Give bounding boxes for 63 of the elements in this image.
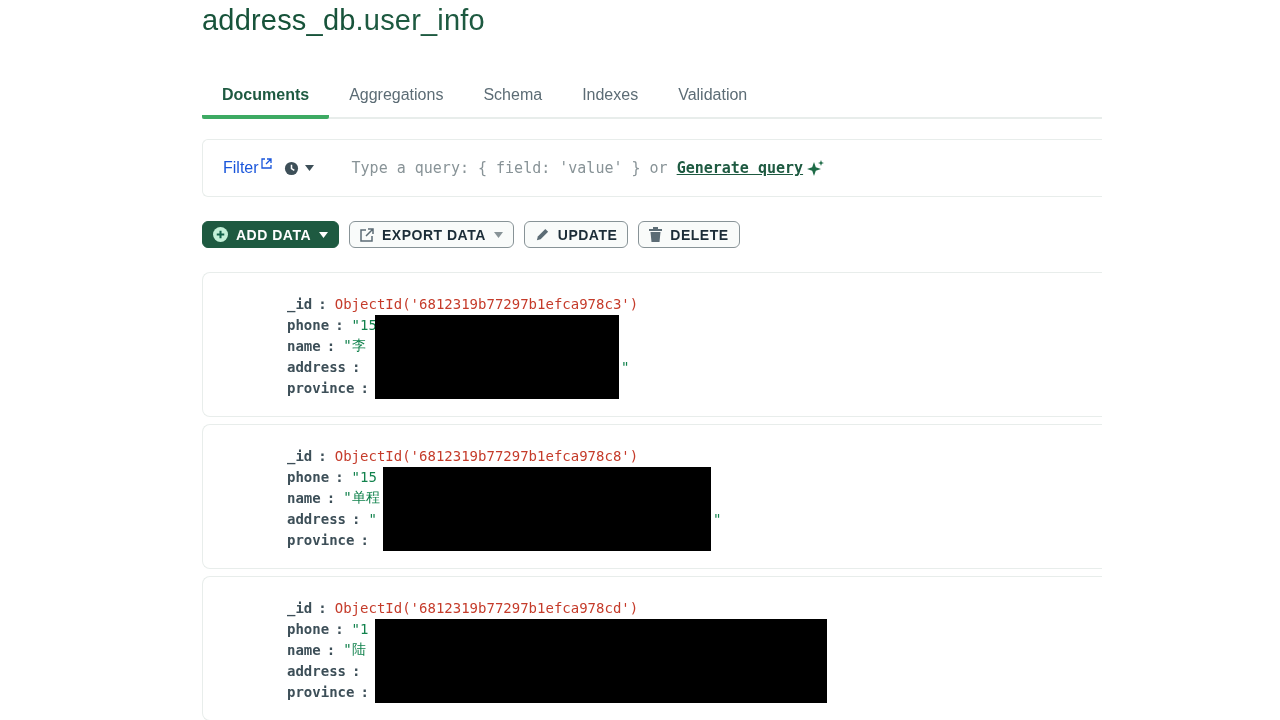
key-separator: :	[326, 489, 336, 506]
field-key: name	[287, 641, 321, 658]
pencil-icon	[534, 227, 550, 242]
field-key: phone	[287, 620, 330, 637]
plus-icon	[213, 227, 228, 242]
key-separator: :	[335, 620, 344, 637]
field-key: province	[287, 531, 355, 548]
key-separator: :	[326, 337, 336, 354]
field-value: "陆	[343, 640, 366, 659]
key-separator: :	[352, 358, 361, 375]
key-separator: :	[335, 468, 344, 485]
field-value: "	[713, 510, 722, 527]
key-separator: :	[352, 662, 361, 679]
field-key: _id	[287, 447, 313, 464]
external-link-icon	[260, 157, 272, 169]
field-key: _id	[287, 295, 313, 312]
field-value: ObjectId('6812319b77297b1efca978c3')	[334, 295, 639, 312]
field-value: "	[621, 358, 630, 375]
add-data-button[interactable]: ADD DATA	[202, 221, 340, 248]
field-key: address	[287, 358, 346, 375]
history-button[interactable]	[283, 160, 314, 176]
export-icon	[360, 227, 375, 242]
tab[interactable]: Documents	[202, 75, 330, 119]
clock-icon	[283, 160, 299, 176]
field-key: province	[287, 683, 355, 700]
trash-icon	[649, 227, 663, 242]
caret-icon	[304, 165, 314, 171]
field-key: name	[287, 337, 321, 354]
sparkle-icon	[807, 159, 825, 177]
key-separator: :	[360, 531, 369, 548]
tab[interactable]: Aggregations	[329, 75, 464, 119]
generate-query-link[interactable]: Generate query	[676, 159, 804, 177]
field-key: province	[287, 379, 355, 396]
delete-button[interactable]: DELETE	[638, 221, 740, 248]
filter-link[interactable]: Filter	[223, 159, 259, 177]
export-data-button[interactable]: EXPORT DATA	[349, 221, 514, 248]
tab[interactable]: Validation	[658, 75, 768, 119]
field-key: phone	[287, 316, 330, 333]
field-key: _id	[287, 599, 313, 616]
collection-name: .user_info	[355, 4, 485, 36]
tab[interactable]: Indexes	[562, 75, 659, 119]
field-key: address	[287, 662, 346, 679]
key-separator: :	[326, 641, 336, 658]
field-value: ObjectId('6812319b77297b1efca978c8')	[334, 447, 639, 464]
key-separator: :	[360, 379, 369, 396]
update-button[interactable]: UPDATE	[523, 221, 629, 248]
field-value: "15	[351, 468, 377, 485]
database-name: address_db	[202, 4, 356, 36]
key-separator: :	[335, 316, 344, 333]
field-key: address	[287, 510, 346, 527]
field-value: "李	[343, 336, 366, 355]
key-separator: :	[318, 295, 327, 312]
key-separator: :	[352, 510, 361, 527]
field-key: name	[287, 489, 321, 506]
field-value: "单程	[343, 488, 380, 507]
key-separator: :	[360, 683, 369, 700]
key-separator: :	[318, 447, 327, 464]
tab[interactable]: Schema	[463, 75, 563, 119]
field-value: "1	[351, 620, 369, 637]
field-value: "	[368, 510, 377, 527]
field-key: phone	[287, 468, 330, 485]
key-separator: :	[318, 599, 327, 616]
field-value: ObjectId('6812319b77297b1efca978cd')	[334, 599, 639, 616]
